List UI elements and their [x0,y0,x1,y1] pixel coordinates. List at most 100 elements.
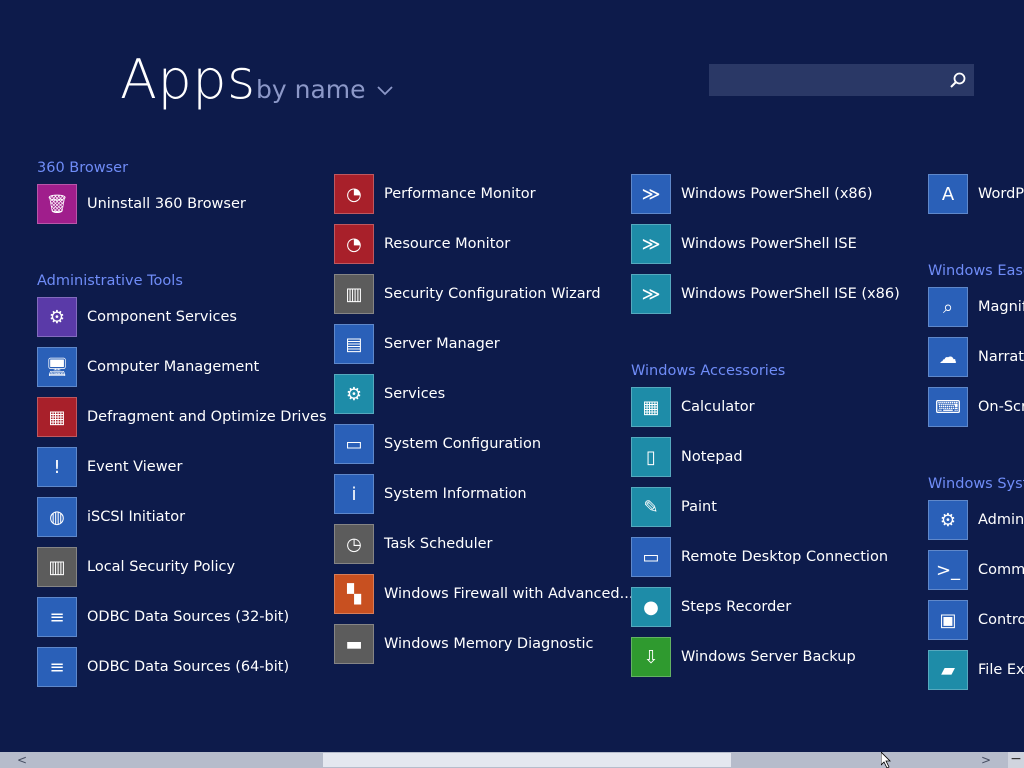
app-tile-label: Narrato [978,349,1024,365]
clock-icon: ◷ [334,524,374,564]
backup-icon: ⇩ [631,637,671,677]
group-heading[interactable]: Windows Ease [928,263,1024,279]
app-tile[interactable]: i System Information [334,474,527,514]
notepad-icon: ▯ [631,437,671,477]
wordpad-icon: A [928,174,968,214]
app-tile[interactable]: ▣ Contro [928,600,1024,640]
app-tile[interactable]: ◔ Performance Monitor [334,174,536,214]
search-box[interactable] [709,64,974,96]
search-icon[interactable] [949,71,967,89]
narrator-icon: ☁ [928,337,968,377]
keyboard-icon: ⌨ [928,387,968,427]
app-tile[interactable]: ✎ Paint [631,487,717,527]
app-tile[interactable]: ▚ Windows Firewall with Advanced... [334,574,633,614]
app-tile[interactable]: ▥ Local Security Policy [37,547,235,587]
app-tile[interactable]: ▰ File Exp [928,650,1024,690]
gears-icon: ⚙ [334,374,374,414]
app-tile[interactable]: ▯ Notepad [631,437,743,477]
app-tile-label: ODBC Data Sources (64-bit) [87,659,290,675]
app-tile-label: System Configuration [384,436,542,452]
memory-chip-icon: ▬ [334,624,374,664]
app-tile-label: Server Manager [384,336,500,352]
app-tile[interactable]: ▦ Calculator [631,387,755,427]
app-tile-label: Notepad [681,449,743,465]
app-tile-label: Remote Desktop Connection [681,549,889,565]
app-tile-label: Security Configuration Wizard [384,286,601,302]
app-tile[interactable]: ≡ ODBC Data Sources (64-bit) [37,647,289,687]
app-tile[interactable]: ⌨ On-Scre [928,387,1024,427]
app-tile[interactable]: ▭ Remote Desktop Connection [631,537,888,577]
app-tile[interactable]: A WordPa [928,174,1024,214]
zoom-out-button[interactable]: − [1008,752,1024,768]
app-tile[interactable]: ⌕ Magnifi [928,287,1024,327]
app-tile[interactable]: ⚙ Admini [928,500,1024,540]
scrollbar-thumb[interactable] [323,753,731,767]
sort-by-dropdown[interactable]: by name [256,74,394,106]
app-tile[interactable]: ≡ ODBC Data Sources (32-bit) [37,597,289,637]
app-tile-label: Windows PowerShell ISE (x86) [681,286,900,302]
app-tile-label: WordPa [978,186,1024,202]
app-tile[interactable]: ≫ Windows PowerShell (x86) [631,174,873,214]
app-tile-label: Paint [681,499,717,515]
powershell-icon: ≫ [631,174,671,214]
scroll-right-arrow[interactable]: > [978,752,994,768]
app-tile[interactable]: ! Event Viewer [37,447,182,487]
app-tile[interactable]: ● Steps Recorder [631,587,791,627]
app-tile[interactable]: ⇩ Windows Server Backup [631,637,856,677]
scroll-left-arrow[interactable]: < [14,752,30,768]
app-tile-label: Windows PowerShell (x86) [681,186,873,202]
app-tile-label: Calculator [681,399,755,415]
app-tile[interactable]: 🗑 Uninstall 360 Browser [37,184,246,224]
calculator-icon: ▦ [631,387,671,427]
firewall-icon: ▚ [334,574,374,614]
palette-icon: ✎ [631,487,671,527]
group-heading[interactable]: Administrative Tools [37,273,183,289]
app-tile-label: Performance Monitor [384,186,536,202]
app-tile[interactable]: ⚙ Component Services [37,297,237,337]
app-tile[interactable]: ☁ Narrato [928,337,1024,377]
app-tile[interactable]: ▬ Windows Memory Diagnostic [334,624,594,664]
app-tile[interactable]: ≫ Windows PowerShell ISE (x86) [631,274,900,314]
horizontal-scrollbar[interactable]: < > − [0,752,1024,768]
app-tile[interactable]: ▭ System Configuration [334,424,541,464]
info-monitor-icon: i [334,474,374,514]
record-icon: ● [631,587,671,627]
database-icon: ≡ [37,597,77,637]
powershell-ise-icon: ≫ [631,224,671,264]
app-tile-label: Windows PowerShell ISE [681,236,857,252]
command-prompt-icon: >_ [928,550,968,590]
app-tile[interactable]: 🖥 Computer Management [37,347,259,387]
control-panel-icon: ▣ [928,600,968,640]
app-tile[interactable]: ◍ iSCSI Initiator [37,497,185,537]
app-tile-label: Windows Memory Diagnostic [384,636,594,652]
group-heading[interactable]: Windows Syste [928,476,1024,492]
app-tile-label: ODBC Data Sources (32-bit) [87,609,290,625]
gauge-icon: ◔ [334,224,374,264]
app-tile-label: Defragment and Optimize Drives [87,409,327,425]
trash-bin-icon: 🗑 [37,184,77,224]
search-input[interactable] [709,64,939,96]
app-tile-label: Uninstall 360 Browser [87,196,246,212]
app-tile-label: Magnifi [978,299,1024,315]
app-tile-label: Local Security Policy [87,559,236,575]
app-tile[interactable]: >_ Comma [928,550,1024,590]
group-heading[interactable]: Windows Accessories [631,363,785,379]
app-tile-label: On-Scre [978,399,1024,415]
app-tile[interactable]: ⚙ Services [334,374,445,414]
app-tile-label: Event Viewer [87,459,183,475]
start-apps-screen: Apps by name 360 Browser 🗑 Uninstall 360 B… [0,0,1024,768]
app-tile[interactable]: ▦ Defragment and Optimize Drives [37,397,327,437]
remote-desktop-icon: ▭ [631,537,671,577]
sort-label: by name [256,75,366,104]
app-tile-label: Windows Firewall with Advanced... [384,586,634,602]
app-tile[interactable]: ▥ Security Configuration Wizard [334,274,601,314]
app-tile[interactable]: ◷ Task Scheduler [334,524,493,564]
mouse-pointer-icon [881,752,891,768]
server-manager-icon: ▤ [334,324,374,364]
app-tile[interactable]: ≫ Windows PowerShell ISE [631,224,857,264]
powershell-ise-icon: ≫ [631,274,671,314]
group-heading[interactable]: 360 Browser [37,160,128,176]
app-tile[interactable]: ◔ Resource Monitor [334,224,510,264]
app-tile[interactable]: ▤ Server Manager [334,324,500,364]
computer-icon: 🖥 [37,347,77,387]
